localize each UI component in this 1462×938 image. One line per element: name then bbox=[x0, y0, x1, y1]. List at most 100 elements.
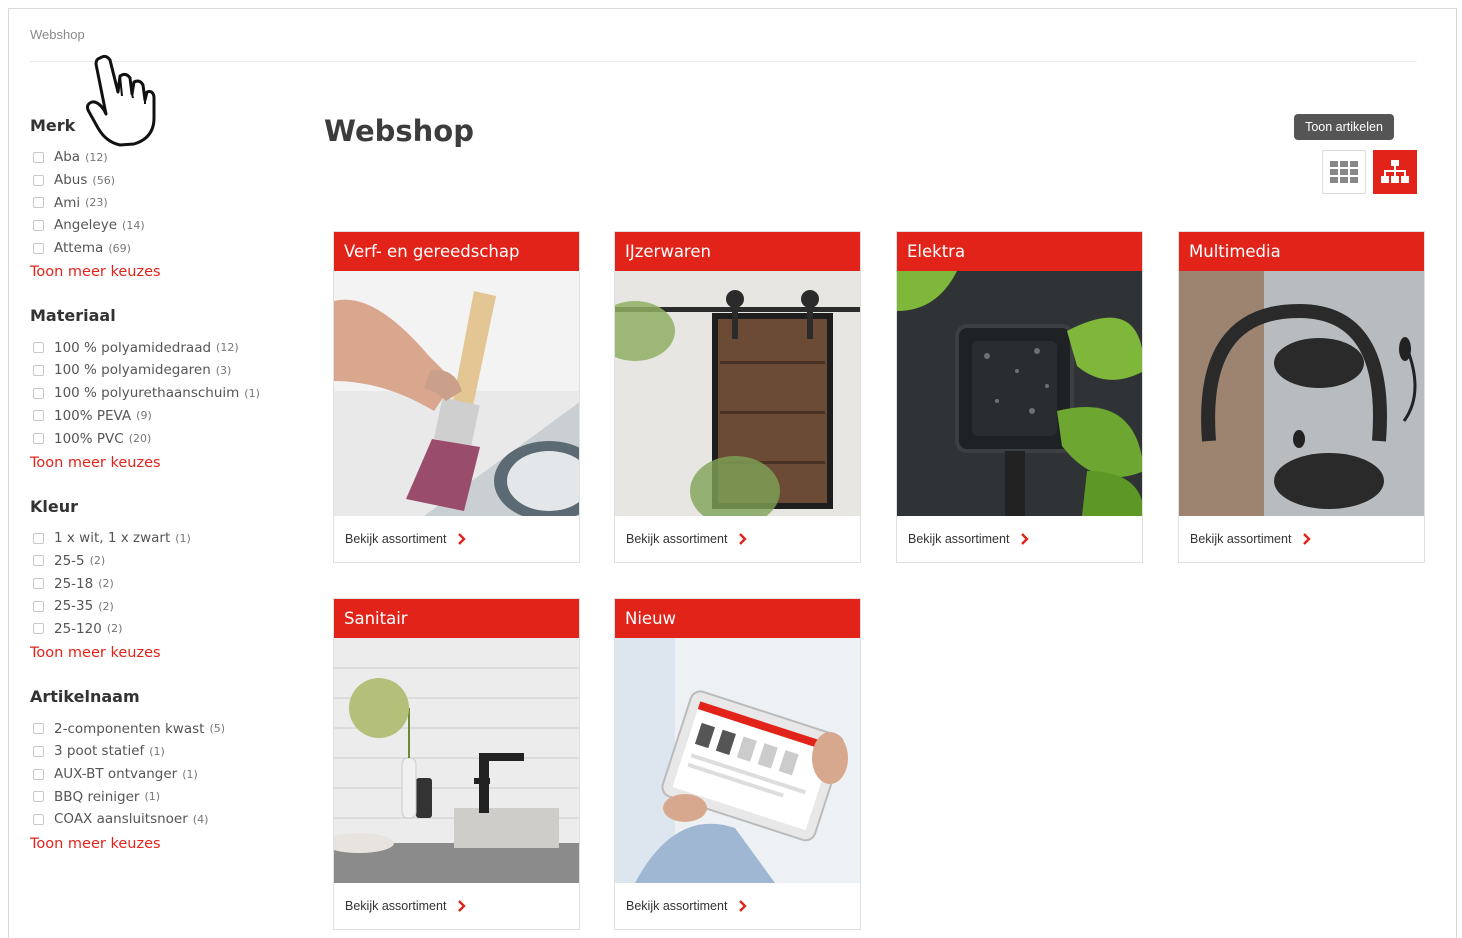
view-assortment-link[interactable]: Bekijk assortiment bbox=[1179, 516, 1424, 562]
category-card-elektra[interactable]: Elektra Bekijk assortiment bbox=[896, 231, 1143, 563]
filter-checkbox[interactable] bbox=[33, 791, 44, 803]
filter-label: 100 % polyurethaanschuim bbox=[54, 385, 240, 402]
filter-count: (1) bbox=[175, 531, 191, 545]
filter-count: (1) bbox=[144, 790, 161, 804]
view-assortment-link[interactable]: Bekijk assortiment bbox=[897, 516, 1142, 562]
category-card-multimedia[interactable]: Multimedia Bekijk assortiment bbox=[1178, 231, 1425, 563]
filter-checkbox[interactable] bbox=[33, 219, 44, 231]
filter-checkbox[interactable] bbox=[33, 623, 44, 635]
filter-label: Ami bbox=[54, 194, 81, 211]
filter-list: Aba (12) Abus (56) Ami (23) Angeleye (14) At… bbox=[30, 146, 290, 259]
filter-checkbox[interactable] bbox=[33, 242, 44, 254]
filter-option[interactable]: AUX-BT ontvanger (1) bbox=[30, 763, 290, 786]
filter-checkbox[interactable] bbox=[33, 555, 44, 567]
category-title: IJzerwaren bbox=[615, 232, 860, 271]
show-more-link-merk[interactable]: Toon meer keuzes bbox=[30, 264, 290, 286]
filter-count: (2) bbox=[98, 577, 114, 591]
sitemap-icon bbox=[1381, 160, 1409, 183]
chevron-right-icon bbox=[458, 900, 467, 912]
show-more-link-kleur[interactable]: Toon meer keuzes bbox=[30, 645, 290, 667]
filter-label: Attema bbox=[54, 240, 104, 257]
filter-checkbox[interactable] bbox=[33, 410, 44, 422]
filter-label: Angeleye bbox=[54, 217, 118, 234]
filter-checkbox[interactable] bbox=[33, 813, 44, 825]
filter-checkbox[interactable] bbox=[33, 197, 44, 209]
filter-count: (23) bbox=[85, 196, 108, 210]
filter-option[interactable]: Ami (23) bbox=[30, 191, 290, 214]
filter-list: 1 x wit, 1 x zwart (1) 25-5 (2) 25-18 (2) 2… bbox=[30, 527, 290, 640]
filter-checkbox[interactable] bbox=[33, 433, 44, 445]
filter-option[interactable]: Attema (69) bbox=[30, 237, 290, 260]
chevron-right-icon bbox=[1303, 533, 1312, 545]
grid-view-button[interactable] bbox=[1322, 150, 1366, 194]
filter-label: 2-componenten kwast bbox=[54, 720, 205, 737]
filter-option[interactable]: 25-5 (2) bbox=[30, 550, 290, 573]
link-label: Bekijk assortiment bbox=[345, 532, 447, 546]
view-tooltip: Toon artikelen bbox=[1294, 114, 1394, 140]
link-label: Bekijk assortiment bbox=[1190, 532, 1292, 546]
filter-option[interactable]: 25-35 (2) bbox=[30, 595, 290, 618]
category-image-faucet bbox=[334, 638, 579, 883]
tree-view-button[interactable] bbox=[1373, 150, 1417, 194]
filter-checkbox[interactable] bbox=[33, 532, 44, 544]
category-card-sanitair[interactable]: Sanitair Bekijk assortiment bbox=[333, 598, 580, 930]
filter-count: (1) bbox=[244, 386, 260, 400]
category-image-paintbrush bbox=[334, 271, 579, 516]
filter-count: (2) bbox=[106, 622, 123, 636]
filter-label: 100% PEVA bbox=[54, 407, 132, 424]
filter-option[interactable]: 100 % polyamidegaren (3) bbox=[30, 359, 290, 382]
grid-view-icon bbox=[1330, 161, 1358, 183]
filter-option[interactable]: 100 % polyurethaanschuim (1) bbox=[30, 382, 290, 405]
category-card-ijzerwaren[interactable]: IJzerwaren Bekijk assortiment bbox=[614, 231, 861, 563]
category-card-nieuw[interactable]: Nieuw Bekijk assortiment bbox=[614, 598, 861, 930]
filter-count: (5) bbox=[209, 722, 226, 736]
category-image-outdoor-socket bbox=[897, 271, 1142, 516]
filter-option[interactable]: 25-18 (2) bbox=[30, 572, 290, 595]
filter-option[interactable]: 3 poot statief (1) bbox=[30, 740, 290, 763]
show-more-link-materiaal[interactable]: Toon meer keuzes bbox=[30, 455, 290, 477]
filter-option[interactable]: Abus (56) bbox=[30, 169, 290, 192]
filter-option[interactable]: 100% PVC (20) bbox=[30, 427, 290, 450]
chevron-right-icon bbox=[739, 900, 748, 912]
view-assortment-link[interactable]: Bekijk assortiment bbox=[334, 883, 579, 929]
link-label: Bekijk assortiment bbox=[345, 899, 447, 913]
filter-option[interactable]: 25-120 (2) bbox=[30, 618, 290, 641]
filter-count: (2) bbox=[98, 599, 114, 613]
view-assortment-link[interactable]: Bekijk assortiment bbox=[334, 516, 579, 562]
filter-checkbox[interactable] bbox=[33, 387, 44, 399]
filter-checkbox[interactable] bbox=[33, 723, 44, 735]
breadcrumb[interactable]: Webshop bbox=[30, 27, 85, 42]
filter-count: (69) bbox=[108, 241, 131, 255]
filter-checkbox[interactable] bbox=[33, 364, 44, 376]
filter-checkbox[interactable] bbox=[33, 768, 44, 780]
filter-option[interactable]: Aba (12) bbox=[30, 146, 290, 169]
filter-checkbox[interactable] bbox=[33, 578, 44, 590]
filter-checkbox[interactable] bbox=[33, 342, 44, 354]
filter-checkbox[interactable] bbox=[33, 745, 44, 757]
filter-option[interactable]: COAX aansluitsnoer (4) bbox=[30, 808, 290, 831]
filter-count: (1) bbox=[182, 767, 198, 781]
filter-count: (12) bbox=[216, 341, 239, 355]
link-label: Bekijk assortiment bbox=[626, 532, 728, 546]
show-more-link-artikelnaam[interactable]: Toon meer keuzes bbox=[30, 836, 290, 858]
filter-option[interactable]: 1 x wit, 1 x zwart (1) bbox=[30, 527, 290, 550]
filter-count: (1) bbox=[149, 744, 165, 758]
filter-count: (2) bbox=[89, 554, 106, 568]
filter-count: (56) bbox=[92, 173, 115, 187]
filter-label: 25-120 bbox=[54, 620, 102, 637]
filter-checkbox[interactable] bbox=[33, 174, 44, 186]
filter-option[interactable]: Angeleye (14) bbox=[30, 214, 290, 237]
category-card-verf[interactable]: Verf- en gereedschap Bekijk assortiment bbox=[333, 231, 580, 563]
filter-option[interactable]: 100% PEVA (9) bbox=[30, 405, 290, 428]
view-assortment-link[interactable]: Bekijk assortiment bbox=[615, 883, 860, 929]
filter-checkbox[interactable] bbox=[33, 151, 44, 163]
filter-count: (20) bbox=[128, 432, 152, 446]
filter-option[interactable]: 100 % polyamidedraad (12) bbox=[30, 336, 290, 359]
view-assortment-link[interactable]: Bekijk assortiment bbox=[615, 516, 860, 562]
filter-count: (14) bbox=[122, 218, 145, 232]
filter-option[interactable]: 2-componenten kwast (5) bbox=[30, 717, 290, 740]
category-title: Verf- en gereedschap bbox=[334, 232, 579, 271]
filter-group-artikelnaam: Artikelnaam 2-componenten kwast (5) 3 poo… bbox=[30, 687, 290, 857]
filter-option[interactable]: BBQ reiniger (1) bbox=[30, 785, 290, 808]
filter-checkbox[interactable] bbox=[33, 600, 44, 612]
